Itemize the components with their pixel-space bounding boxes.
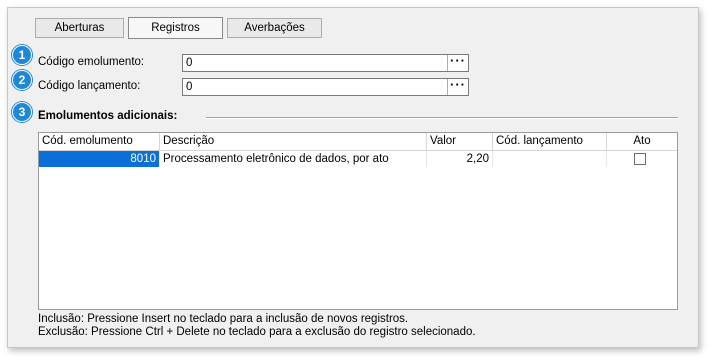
cell-ato (607, 151, 677, 167)
cell-cod-lancamento[interactable] (493, 151, 607, 167)
section-separator (206, 117, 678, 119)
cell-descricao[interactable]: Processamento eletrônico de dados, por a… (160, 151, 427, 167)
table-row[interactable]: 8010 Processamento eletrônico de dados, … (39, 151, 677, 167)
col-header-cod-lancamento[interactable]: Cód. lançamento (493, 133, 607, 150)
step-1-badge: 1 (12, 45, 32, 65)
codigo-lancamento-label: Código lançamento: (38, 80, 141, 92)
grid-header: Cód. emolumento Descrição Valor Cód. lan… (39, 133, 677, 151)
codigo-emolumento-lookup-button[interactable]: ··· (447, 54, 468, 71)
ato-checkbox[interactable] (634, 153, 646, 165)
emolumentos-adicionais-title: Emolumentos adicionais: (38, 110, 178, 122)
step-3-badge: 3 (12, 102, 32, 122)
step-2-badge: 2 (12, 70, 32, 90)
codigo-lancamento-field[interactable]: 0 ··· (182, 78, 469, 96)
col-header-valor[interactable]: Valor (427, 133, 493, 150)
codigo-emolumento-value: 0 (186, 57, 193, 69)
col-header-descricao[interactable]: Descrição (160, 133, 427, 150)
cell-valor[interactable]: 2,20 (427, 151, 493, 167)
registros-panel: Aberturas Registros Averbações 1 Código … (7, 7, 699, 348)
tab-averbacoes[interactable]: Averbações (227, 18, 322, 38)
tab-aberturas[interactable]: Aberturas (35, 18, 124, 38)
help-inclusao: Inclusão: Pressione Insert no teclado pa… (38, 313, 409, 325)
codigo-emolumento-label: Código emolumento: (38, 56, 145, 68)
cell-cod-emolumento[interactable]: 8010 (39, 151, 160, 167)
codigo-emolumento-field[interactable]: 0 ··· (182, 54, 469, 72)
help-exclusao: Exclusão: Pressione Ctrl + Delete no tec… (38, 326, 476, 338)
col-header-ato[interactable]: Ato (607, 133, 677, 150)
col-header-cod-emolumento[interactable]: Cód. emolumento (39, 133, 160, 150)
codigo-lancamento-lookup-button[interactable]: ··· (447, 78, 468, 95)
emolumentos-grid[interactable]: Cód. emolumento Descrição Valor Cód. lan… (38, 132, 678, 310)
codigo-lancamento-value: 0 (186, 81, 193, 93)
tab-registros[interactable]: Registros (128, 17, 223, 39)
